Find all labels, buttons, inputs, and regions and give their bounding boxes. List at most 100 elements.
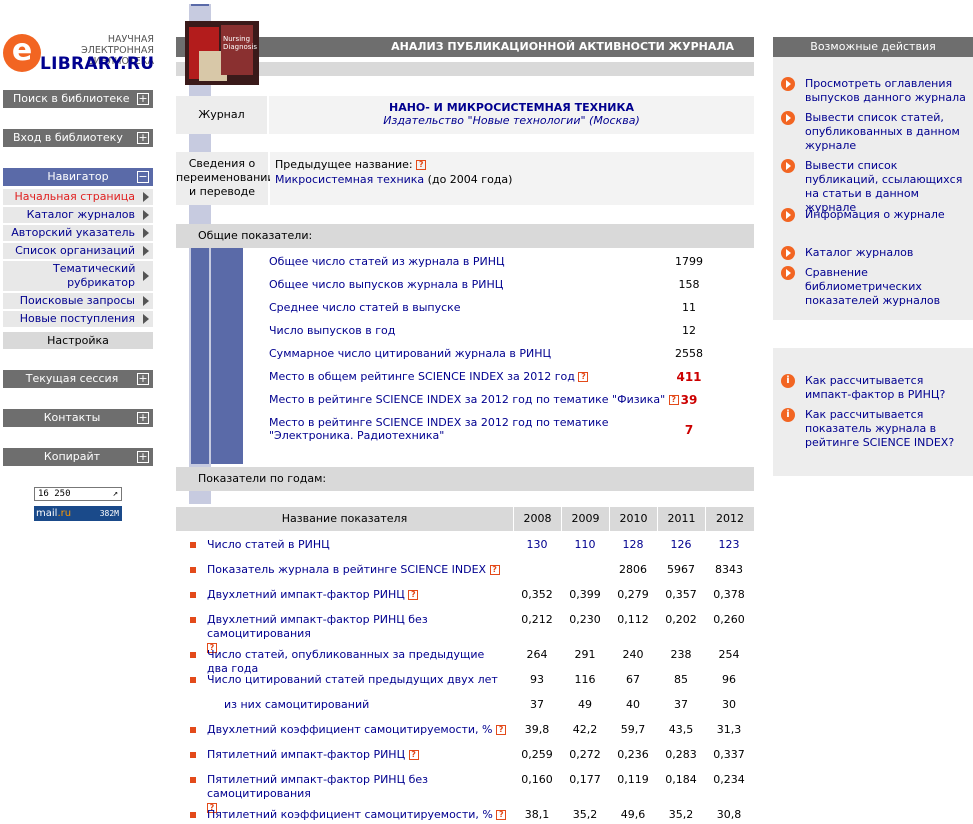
row-value: 0,337 — [713, 748, 745, 761]
nav-item-label: Авторский указатель — [11, 226, 135, 239]
stat-label[interactable]: Среднее число статей в выпуске — [269, 301, 461, 314]
actions-header: Возможные действия — [773, 37, 973, 57]
search-library-label: Поиск в библиотеке — [13, 92, 130, 105]
col-header-year: 2008 — [513, 507, 561, 531]
row-value: 0,236 — [617, 748, 649, 761]
action-label[interactable]: Сравнение библиометрических показателей … — [805, 266, 940, 307]
logo-e[interactable]: e — [3, 34, 41, 72]
stat-value: 2558 — [675, 347, 703, 360]
action-catalog-link[interactable]: Каталог журналов — [781, 246, 971, 260]
nav-item-search-queries[interactable]: Поисковые запросы — [3, 293, 153, 309]
action-label[interactable]: Каталог журналов — [805, 246, 913, 259]
info-science-index-link[interactable]: i Как рассчитывается показатель журнала в… — [781, 408, 971, 450]
stat-label[interactable]: Общее число статей из журнала в РИНЦ — [269, 255, 505, 268]
row-value: 30 — [722, 698, 736, 711]
nav-item-home[interactable]: Начальная страница — [3, 189, 153, 205]
row-value: 264 — [526, 648, 548, 661]
stat-row[interactable]: Число выпусков в год 12 — [269, 324, 749, 337]
help-icon[interactable]: ? — [408, 590, 419, 600]
bullet-icon — [190, 812, 196, 818]
navigator-label: Навигатор — [47, 170, 109, 183]
copyright-button[interactable]: Копирайт + — [3, 448, 153, 466]
decor-stripe — [211, 248, 243, 464]
action-citing-link[interactable]: Вывести список публикаций, ссылающихся н… — [781, 159, 971, 215]
stat-row[interactable]: Среднее число статей в выпуске 11 — [269, 301, 749, 314]
help-icon[interactable]: ? — [489, 565, 500, 575]
action-label[interactable]: Вывести список статей, опубликованных в … — [805, 111, 960, 152]
row-value[interactable]: 130 — [513, 538, 561, 552]
arrow-right-icon — [143, 296, 149, 306]
stat-label[interactable]: Место в рейтинге SCIENCE INDEX за 2012 г… — [269, 393, 665, 406]
info-label[interactable]: Как рассчитывается показатель журнала в … — [805, 408, 954, 449]
nav-item-new-arrivals[interactable]: Новые поступления — [3, 311, 153, 327]
info-label[interactable]: Как рассчитывается импакт-фактор в РИНЦ? — [805, 374, 945, 401]
expand-icon[interactable]: + — [137, 93, 149, 105]
current-session-button[interactable]: Текущая сессия + — [3, 370, 153, 388]
stat-row[interactable]: Место в общем рейтинге SCIENCE INDEX за … — [269, 370, 749, 384]
stat-row[interactable]: Место в рейтинге SCIENCE INDEX за 2012 г… — [269, 416, 749, 442]
row-value[interactable]: 123 — [705, 538, 753, 552]
collapse-icon[interactable]: − — [137, 171, 149, 183]
help-icon[interactable]: ? — [416, 160, 427, 170]
action-journal-info-link[interactable]: Информация о журнале — [781, 208, 971, 222]
stat-row[interactable]: Общее число выпусков журнала в РИНЦ 158 — [269, 278, 749, 291]
yearly-section-title: Показатели по годам: — [176, 467, 754, 491]
expand-icon[interactable]: + — [137, 412, 149, 424]
help-icon[interactable]: ? — [408, 750, 419, 760]
rename-label-text: Сведения о переименовании и переводе — [176, 157, 275, 198]
nav-item-label: Тематический рубрикатор — [53, 262, 136, 289]
help-icon[interactable]: ? — [496, 725, 507, 735]
row-value: 0,283 — [665, 748, 697, 761]
stat-row[interactable]: Общее число статей из журнала в РИНЦ 1799 — [269, 255, 749, 268]
row-label: Пятилетний импакт-фактор РИНЦ — [207, 748, 406, 761]
action-label[interactable]: Просмотреть оглавления выпусков данного … — [805, 77, 966, 104]
help-icon[interactable]: ? — [496, 810, 507, 820]
action-toc-link[interactable]: Просмотреть оглавления выпусков данного … — [781, 77, 971, 105]
settings-button[interactable]: Настройка — [3, 332, 153, 349]
title-underbar — [176, 62, 754, 76]
stat-label[interactable]: Общее число выпусков журнала в РИНЦ — [269, 278, 503, 291]
login-button[interactable]: Вход в библиотеку + — [3, 129, 153, 147]
row-value: 0,352 — [521, 588, 553, 601]
stat-label[interactable]: Место в рейтинге SCIENCE INDEX за 2012 г… — [269, 416, 669, 442]
stat-row[interactable]: Место в рейтинге SCIENCE INDEX за 2012 г… — [269, 393, 749, 407]
stat-label[interactable]: Суммарное число цитирований журнала в РИ… — [269, 347, 551, 360]
expand-icon[interactable]: + — [137, 132, 149, 144]
row-value: 0,357 — [665, 588, 697, 601]
info-impact-link[interactable]: i Как рассчитывается импакт-фактор в РИНЦ… — [781, 374, 971, 402]
row-value[interactable]: 128 — [609, 538, 657, 552]
mailru-counter[interactable]: mail.ru 382M — [34, 506, 122, 521]
row-value: 37 — [530, 698, 544, 711]
visitor-counter[interactable]: 16 250 ↗ — [34, 487, 122, 501]
journal-name[interactable]: НАНО- И МИКРОСИСТЕМНАЯ ТЕХНИКА — [269, 101, 754, 114]
row-value[interactable]: 126 — [657, 538, 705, 552]
expand-icon[interactable]: + — [137, 373, 149, 385]
row-value: 5967 — [667, 563, 695, 576]
help-icon[interactable]: ? — [578, 372, 589, 382]
nav-item-organizations[interactable]: Список организаций — [3, 243, 153, 259]
nav-item-journal-catalog[interactable]: Каталог журналов — [3, 207, 153, 223]
search-library-button[interactable]: Поиск в библиотеке + — [3, 90, 153, 108]
nav-item-authors[interactable]: Авторский указатель — [3, 225, 153, 241]
journal-publisher[interactable]: Издательство "Новые технологии" (Москва) — [269, 114, 754, 127]
nav-item-rubricator[interactable]: Тематический рубрикатор — [3, 261, 153, 291]
contacts-button[interactable]: Контакты + — [3, 409, 153, 427]
action-compare-link[interactable]: Сравнение библиометрических показателей … — [781, 266, 971, 308]
prev-name-link[interactable]: Микросистемная техника — [275, 173, 424, 186]
stat-label[interactable]: Место в общем рейтинге SCIENCE INDEX за … — [269, 370, 575, 383]
action-articles-link[interactable]: Вывести список статей, опубликованных в … — [781, 111, 971, 153]
row-value[interactable]: 110 — [561, 538, 609, 552]
general-title-text: Общие показатели: — [198, 229, 313, 242]
stat-label[interactable]: Число выпусков в год — [269, 324, 395, 337]
row-value: 0,260 — [713, 613, 745, 626]
stat-row[interactable]: Суммарное число цитирований журнала в РИ… — [269, 347, 749, 360]
bullet-icon — [190, 677, 196, 683]
row-label: Двухлетний коэффициент самоцитируемости,… — [207, 723, 493, 736]
action-label[interactable]: Информация о журнале — [805, 208, 945, 221]
navigator-header[interactable]: Навигатор − — [3, 168, 153, 186]
bullet-icon — [190, 617, 196, 623]
expand-icon[interactable]: + — [137, 451, 149, 463]
action-label[interactable]: Вывести список публикаций, ссылающихся н… — [805, 159, 962, 214]
row-value: 0,378 — [713, 588, 745, 601]
logo-name[interactable]: LIBRARY.RU — [40, 54, 154, 74]
